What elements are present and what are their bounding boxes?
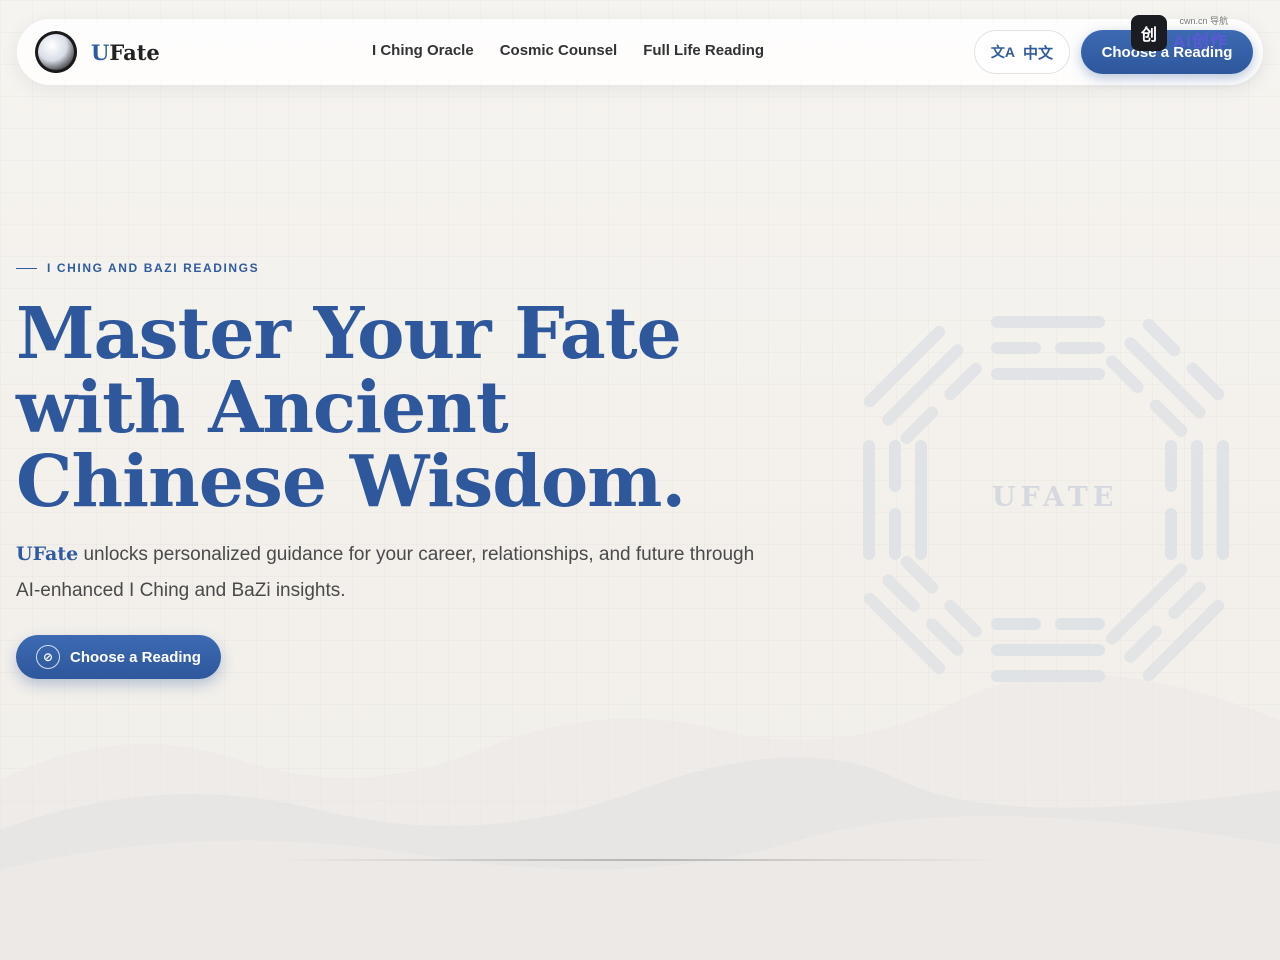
compass-icon: ⊘ — [36, 645, 60, 669]
translate-icon: 文A — [990, 44, 1016, 60]
eyebrow-line — [16, 267, 37, 269]
headline-line-2: with Ancient — [16, 365, 509, 449]
language-label: 中文 — [1023, 44, 1054, 62]
hero-eyebrow: I CHING AND BAZI READINGS — [16, 261, 259, 275]
headline-line-1: Master Your Fate — [16, 291, 682, 375]
brand-prefix: U — [91, 39, 110, 65]
bagua-center-label: UFATE — [992, 482, 1119, 513]
nav-full-life-reading[interactable]: Full Life Reading — [643, 42, 764, 59]
watermark-sub: cwn.cn 导航 — [1179, 16, 1228, 26]
headline-line-3: Chinese Wisdom. — [16, 439, 686, 523]
nav-i-ching-oracle[interactable]: I Ching Oracle — [372, 42, 474, 59]
mountain-landscape — [0, 674, 1280, 960]
subtitle-brand: UFate — [16, 543, 79, 565]
nav-cosmic-counsel[interactable]: Cosmic Counsel — [500, 42, 618, 59]
hero-headline: Master Your Fate with Ancient Chinese Wi… — [16, 296, 736, 518]
brand-rest: Fate — [109, 39, 160, 65]
hero-subtitle: UFate unlocks personalized guidance for … — [16, 536, 776, 609]
site-watermark[interactable]: 创 cwn.cn 导航 AI创作 — [1131, 14, 1228, 52]
brand-name: UFate — [91, 40, 160, 65]
logo[interactable]: UFate — [35, 31, 160, 73]
main-nav: I Ching Oracle Cosmic Counsel Full Life … — [372, 42, 790, 59]
eyebrow-text: I CHING AND BAZI READINGS — [47, 261, 260, 275]
hero-choose-reading-button[interactable]: ⊘ Choose a Reading — [16, 635, 221, 679]
top-nav-bar: UFate I Ching Oracle Cosmic Counsel Full… — [17, 19, 1263, 85]
subtitle-text: unlocks personalized guidance for your c… — [16, 544, 755, 601]
watermark-title: AI创作 — [1173, 32, 1228, 51]
page: UFate I Ching Oracle Cosmic Counsel Full… — [0, 0, 1280, 960]
language-toggle-button[interactable]: 文A 中文 — [974, 30, 1070, 74]
divider-line — [280, 859, 1000, 861]
watermark-logo-icon: 创 — [1131, 15, 1167, 51]
hero-cta-label: Choose a Reading — [70, 648, 201, 666]
yin-yang-logo-icon — [35, 31, 77, 73]
